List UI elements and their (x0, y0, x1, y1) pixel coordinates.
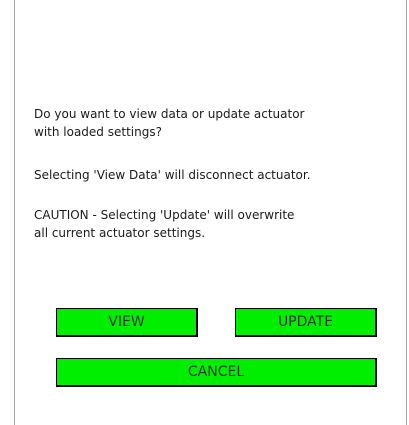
update-caution-text: CAUTION - Selecting 'Update' will overwr… (34, 208, 295, 240)
dialog-question-text: Do you want to view data or update actua… (34, 107, 305, 139)
dialog-frame: Do you want to view data or update actua… (14, 0, 407, 425)
view-data-warning-text: Selecting 'View Data' will disconnect ac… (34, 168, 311, 182)
view-button[interactable]: VIEW (56, 308, 198, 337)
cancel-button[interactable]: CANCEL (56, 358, 377, 387)
update-button[interactable]: UPDATE (235, 308, 377, 337)
